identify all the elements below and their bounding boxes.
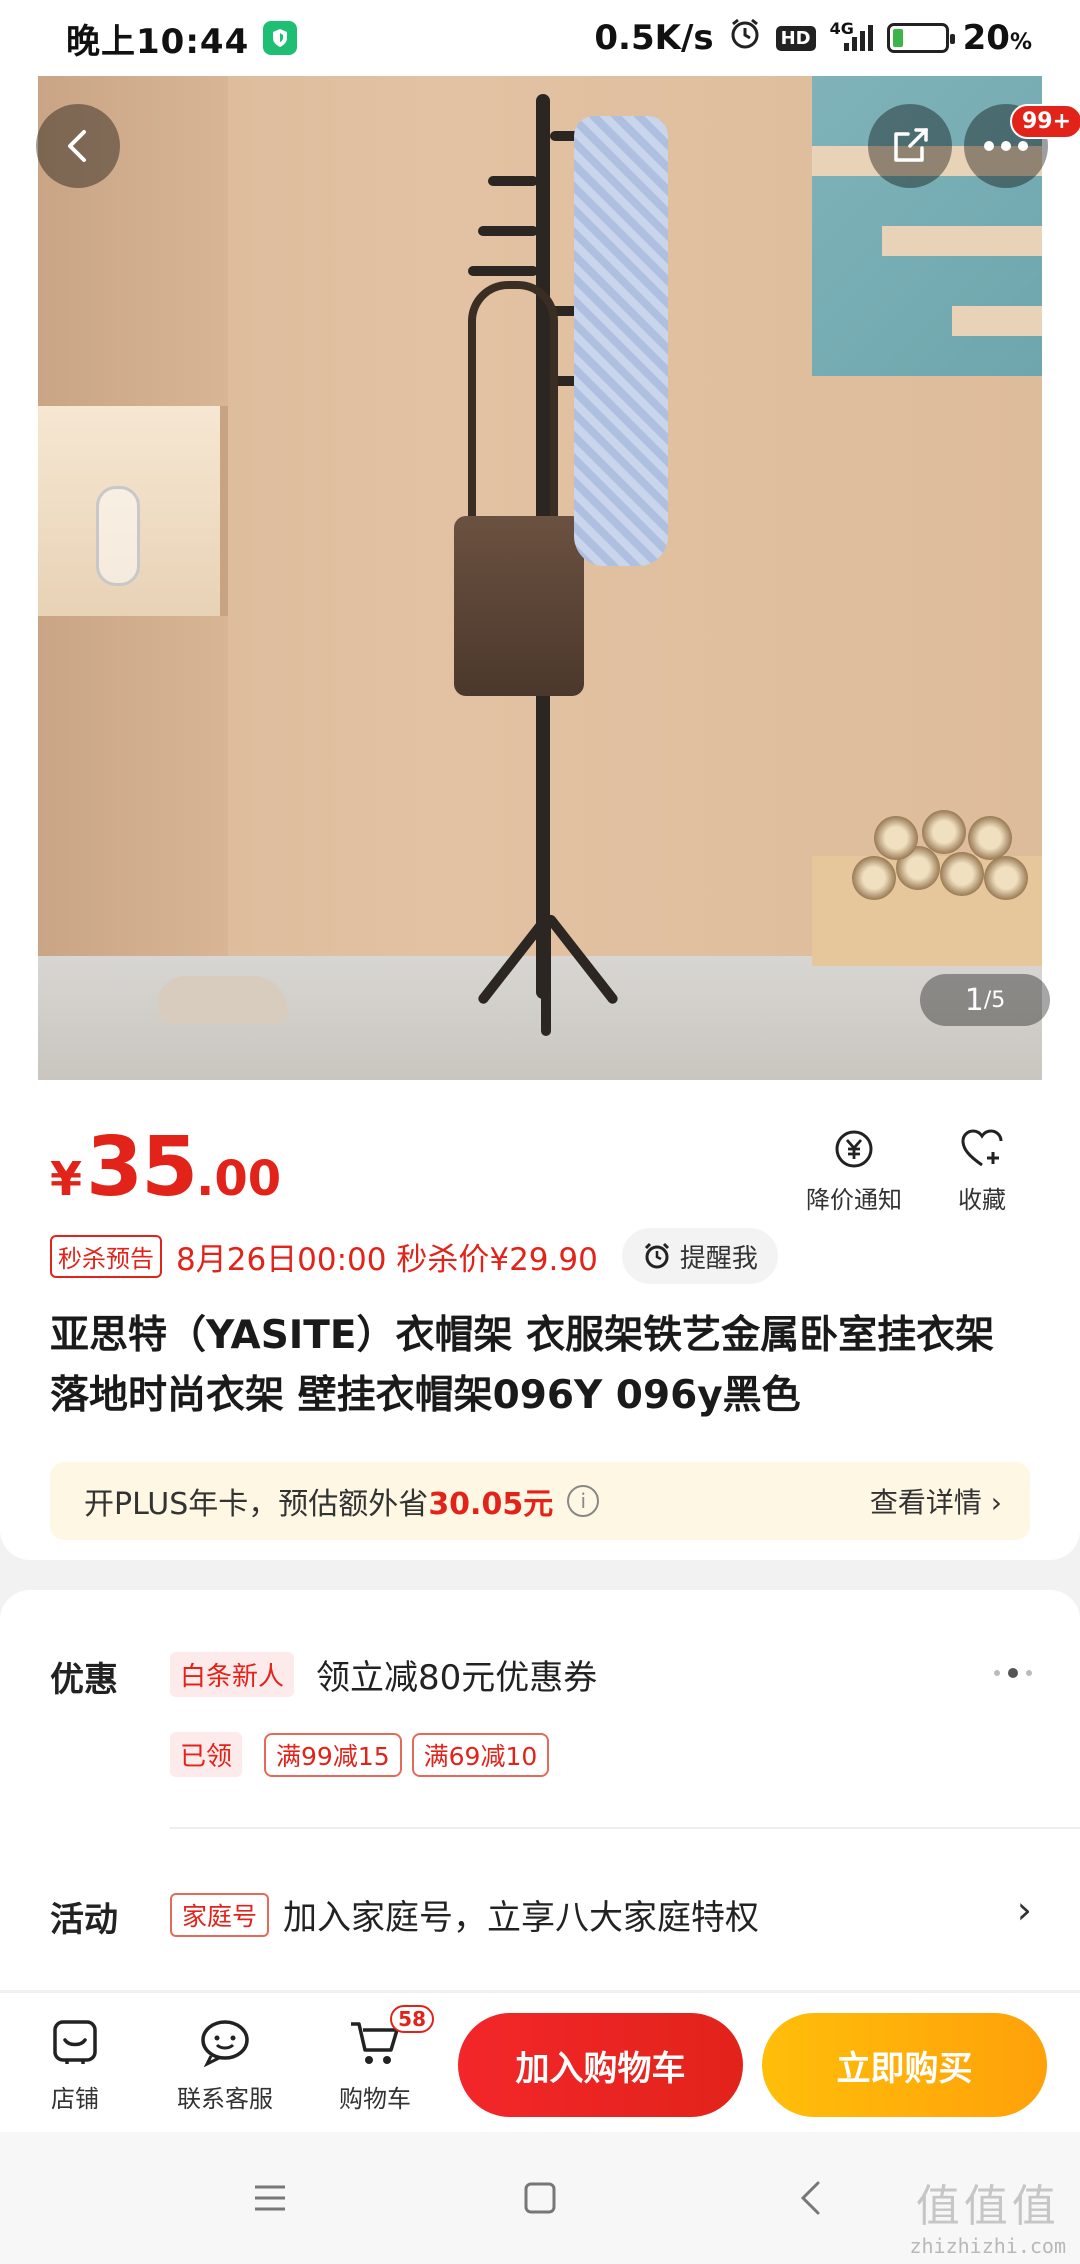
baitiao-promo-row[interactable]: 白条新人 领立减80元优惠券 — [170, 1650, 597, 1699]
store-label: 店铺 — [51, 2085, 99, 2113]
hd-icon: HD — [775, 25, 816, 51]
family-activity-row[interactable]: 家庭号 加入家庭号，立享八大家庭特权 — [170, 1890, 759, 1939]
signal-icon: 4G — [830, 19, 873, 51]
baitiao-desc: 领立减80元优惠券 — [316, 1658, 598, 1698]
flash-sale-text: 8月26日00:00 秒杀价¥29.90 — [176, 1241, 598, 1278]
battery-level: 20% — [962, 18, 1032, 58]
share-button[interactable] — [868, 104, 952, 188]
cart-button[interactable]: 58 购物车 — [300, 2005, 450, 2114]
baitiao-chip: 白条新人 — [170, 1652, 295, 1697]
home-nav-button[interactable] — [510, 2168, 570, 2228]
product-price: ¥ 35 .00 — [50, 1120, 281, 1215]
plus-savings: 30.05元 — [428, 1487, 554, 1522]
service-label: 联系客服 — [177, 2085, 273, 2113]
price-decimal: .00 — [196, 1151, 282, 1207]
alarm-icon — [728, 17, 762, 60]
product-title: 亚思特（YASITE）衣帽架 衣服架铁艺金属卧室挂衣架 落地时尚衣架 壁挂衣帽架… — [50, 1313, 995, 1418]
network-type: 4G — [829, 19, 854, 38]
site-watermark: 值值值 zhizhizhi.com — [909, 2170, 1066, 2258]
coupon-chip[interactable]: 满69减10 — [411, 1732, 550, 1777]
product-gallery[interactable]: 99+ 1/5 — [0, 76, 1080, 1080]
more-badge: 99+ — [1010, 104, 1080, 139]
customer-service-button[interactable]: 联系客服 — [150, 2011, 300, 2114]
favorite-label: 收藏 — [958, 1186, 1006, 1214]
watermark-url: zhizhizhi.com — [909, 2234, 1066, 2258]
buy-now-button[interactable]: 立即购买 — [762, 2013, 1047, 2117]
claimed-chip: 已领 — [170, 1732, 243, 1777]
system-nav-bar: 值值值 zhizhizhi.com — [0, 2132, 1080, 2264]
heart-icon — [959, 1124, 1005, 1174]
view-details-link[interactable]: 查看详情 › — [870, 1481, 1002, 1521]
promo-pager-dots — [994, 1668, 1032, 1678]
alarm-clock-icon — [644, 1242, 669, 1269]
coupon-chip[interactable]: 满99减15 — [264, 1732, 402, 1777]
pager-current: 1 — [964, 982, 984, 1018]
remind-button[interactable]: 提醒我 — [621, 1228, 778, 1284]
store-button[interactable]: 店铺 — [0, 2011, 150, 2114]
cart-label: 购物车 — [339, 2085, 411, 2113]
price-alert-icon — [832, 1124, 876, 1174]
menu-nav-button[interactable] — [240, 2168, 300, 2228]
product-image[interactable] — [38, 76, 1042, 1080]
back-button[interactable] — [36, 104, 120, 188]
price-card: ¥ 35 .00 降价通知 收藏 秒杀预告 8月26日00:00 秒杀价¥29.… — [0, 1080, 1080, 1560]
coupon-row[interactable]: 已领 满99减15 满69减10 — [170, 1732, 550, 1777]
chat-icon — [197, 2011, 253, 2073]
bottom-action-bar: 店铺 联系客服 58 购物车 加入购物车 立即购买 — [0, 1992, 1080, 2132]
activity-label: 活动 — [50, 1900, 118, 1940]
promotions-card: 优惠 白条新人 领立减80元优惠券 已领 满99减15 满69减10 活动 家庭… — [0, 1590, 1080, 1990]
flash-sale-tag: 秒杀预告 — [50, 1234, 162, 1278]
info-icon[interactable]: i — [567, 1485, 600, 1517]
family-desc: 加入家庭号，立享八大家庭特权 — [283, 1898, 760, 1938]
menu-icon — [255, 2185, 285, 2211]
add-to-cart-button[interactable]: 加入购物车 — [458, 2013, 743, 2117]
shield-icon — [263, 21, 298, 55]
plus-membership-bar[interactable]: 开PLUS年卡，预估额外省 30.05元 i 查看详情 › — [50, 1462, 1030, 1540]
status-bar: 晚上10:44 0.5K/s HD 4G 20% — [0, 0, 1080, 76]
discount-label: 优惠 — [50, 1660, 118, 1700]
battery-icon — [886, 23, 955, 53]
home-square-icon — [524, 2182, 556, 2214]
divider — [170, 1827, 1080, 1829]
price-currency: ¥ — [50, 1152, 83, 1206]
store-icon — [49, 2011, 101, 2073]
more-dots-icon — [984, 141, 1028, 151]
price-integer: 35 — [86, 1120, 198, 1215]
family-chip: 家庭号 — [170, 1892, 270, 1937]
price-alert-button[interactable]: 降价通知 — [806, 1124, 902, 1215]
watermark-logo: 值值值 — [915, 2181, 1060, 2232]
price-alert-label: 降价通知 — [806, 1186, 902, 1214]
favorite-button[interactable]: 收藏 — [958, 1124, 1006, 1215]
network-speed: 0.5K/s — [594, 18, 714, 58]
image-pager: 1/5 — [920, 974, 1050, 1026]
status-time: 晚上10:44 — [66, 21, 250, 62]
share-icon — [894, 128, 928, 162]
back-arrow-icon — [68, 130, 86, 162]
back-nav-button[interactable] — [780, 2168, 840, 2228]
back-chevron-icon — [800, 2181, 820, 2215]
remind-label: 提醒我 — [679, 1243, 758, 1274]
cart-count-badge: 58 — [390, 2005, 434, 2033]
chevron-right-icon[interactable]: › — [1017, 1888, 1032, 1932]
plus-prefix: 开PLUS年卡，预估额外省 — [84, 1487, 429, 1522]
flash-sale-row: 秒杀预告 8月26日00:00 秒杀价¥29.90 提醒我 — [50, 1228, 778, 1284]
pager-total: /5 — [983, 987, 1006, 1013]
